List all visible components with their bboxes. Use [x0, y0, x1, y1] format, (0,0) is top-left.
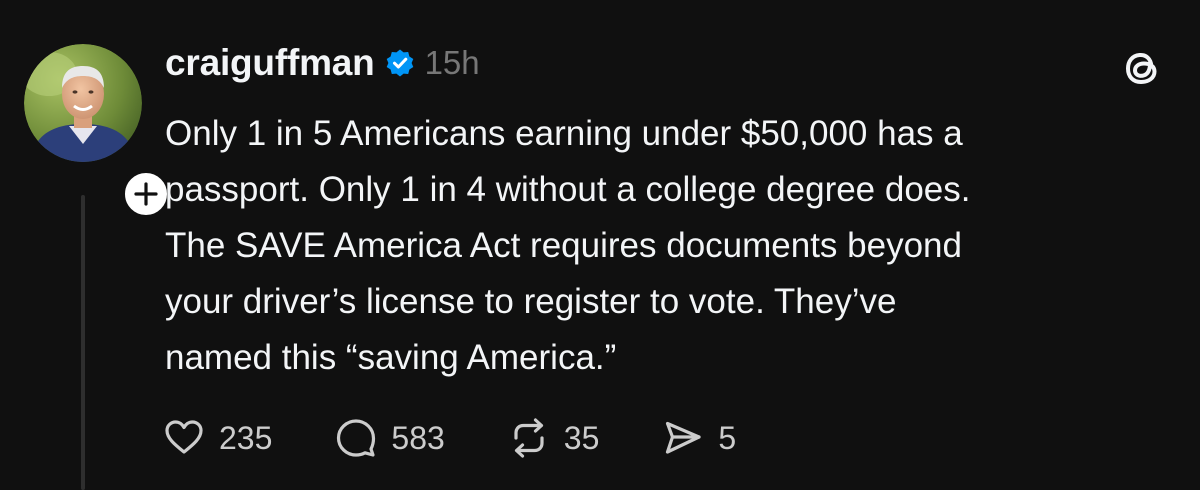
thread-connector-line [81, 195, 85, 490]
repost-arrows-icon [514, 418, 544, 458]
threads-logo-icon[interactable] [1118, 44, 1166, 92]
username[interactable]: craiguffman [165, 42, 375, 84]
plus-icon [134, 182, 158, 206]
post-header: craiguffman 15h [165, 40, 480, 86]
reply-button[interactable]: 583 [334, 416, 445, 460]
repost-count: 35 [563, 419, 600, 456]
repost-button[interactable]: 35 [507, 416, 600, 460]
like-button[interactable]: 235 [162, 416, 272, 460]
share-count: 5 [718, 419, 737, 456]
thread-post: craiguffman 15h Only 1 in 5 Americans ea… [0, 0, 1200, 490]
reply-count: 583 [391, 419, 445, 456]
avatar-container [24, 44, 172, 220]
send-icon [666, 421, 701, 454]
verified-check-badge-icon [386, 49, 413, 77]
post-text-line: your driver’s license to register to vot… [165, 282, 897, 321]
like-count: 235 [219, 419, 273, 456]
share-button[interactable]: 5 [661, 416, 736, 460]
post-timestamp: 15h [424, 44, 480, 81]
post-text-line: The SAVE America Act requires documents … [165, 226, 962, 265]
heart-icon [165, 420, 203, 454]
post-text-line: Only 1 in 5 Americans earning under $50,… [165, 114, 963, 153]
post-actions-bar: 235 583 35 5 [162, 410, 736, 466]
speech-bubble-icon [337, 419, 376, 457]
post-text-line: named this “saving America.” [165, 338, 617, 377]
avatar[interactable] [24, 44, 142, 162]
post-text-line: passport. Only 1 in 4 without a college … [165, 170, 971, 209]
post-body-text: Only 1 in 5 Americans earning under $50,… [165, 106, 1165, 386]
